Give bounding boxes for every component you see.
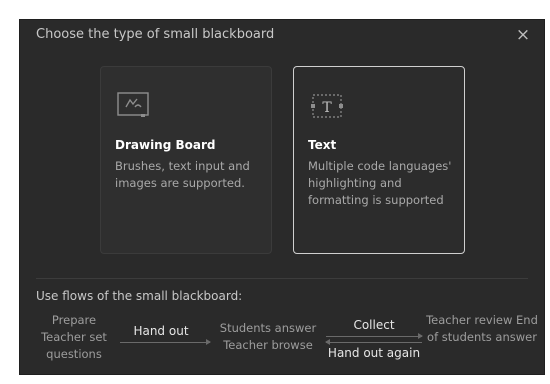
drawing-board-title: Drawing Board — [115, 138, 216, 152]
divider — [36, 278, 528, 279]
flows-label: Use flows of the small blackboard: — [36, 289, 243, 303]
text-icon: T — [308, 89, 348, 127]
drawing-board-icon — [115, 89, 155, 127]
flow-action-hand-out-again: Hand out again — [327, 346, 421, 360]
dialog-title: Choose the type of small blackboard — [36, 27, 275, 42]
choose-blackboard-dialog: Choose the type of small blackboard × Dr… — [20, 20, 544, 374]
flow-step-teacher-review: Teacher review End of students answer — [426, 313, 538, 344]
flow-arrow-hand-out-again — [325, 339, 422, 345]
flow-arrow-hand-out — [120, 339, 211, 345]
text-card-description: Multiple code languages' highlighting an… — [308, 159, 452, 207]
text-card[interactable]: T Text Multiple code languages' highligh… — [293, 66, 465, 254]
flow-step-students-answer: Students answer Teacher browse — [219, 321, 317, 352]
flow-arrow-collect — [326, 333, 423, 339]
svg-text:T: T — [322, 100, 332, 116]
text-card-title: Text — [308, 138, 337, 152]
flow-action-hand-out: Hand out — [133, 324, 189, 338]
drawing-board-description: Brushes, text input and images are suppo… — [115, 159, 250, 190]
dialog-titlebar: Choose the type of small blackboard × — [20, 20, 544, 50]
flow-action-collect: Collect — [353, 318, 395, 332]
close-icon[interactable]: × — [512, 24, 534, 46]
flow-step-prepare: Prepare Teacher set questions — [41, 313, 107, 361]
drawing-board-card[interactable]: Drawing Board Brushes, text input and im… — [100, 66, 272, 254]
